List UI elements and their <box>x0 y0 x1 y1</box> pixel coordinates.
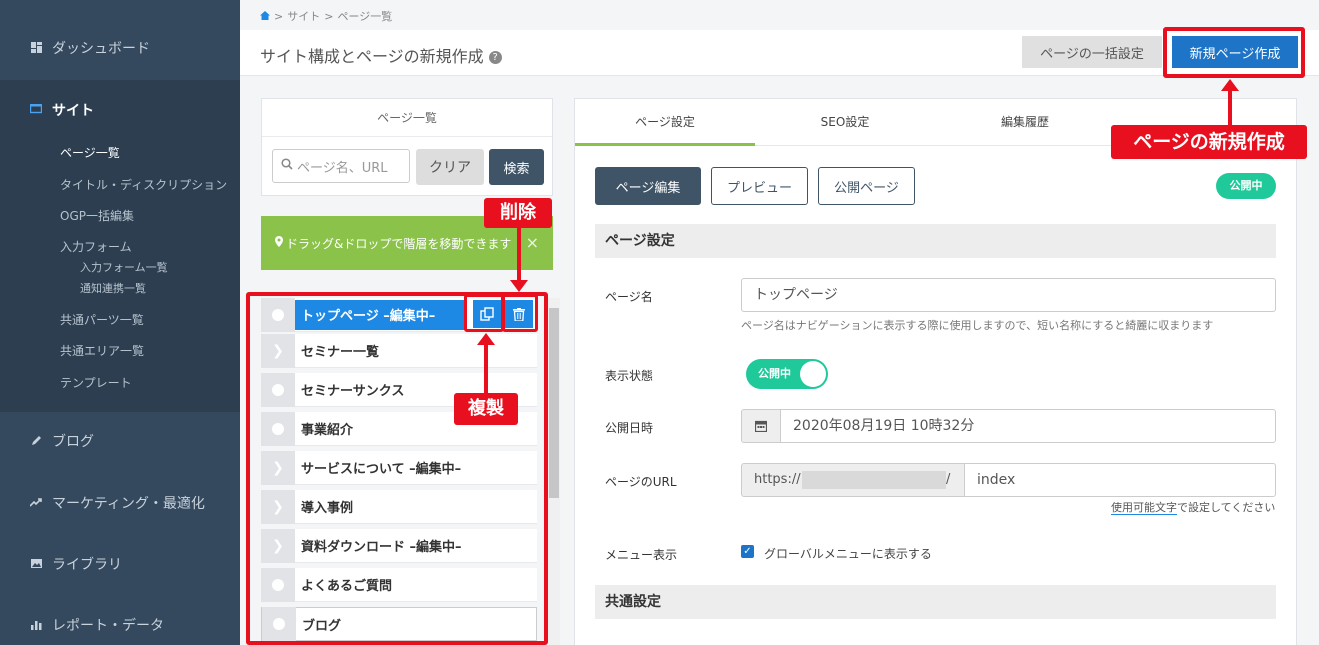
annotation-box-new-page <box>1163 27 1305 78</box>
publish-date-label: 公開日時 <box>605 421 654 435</box>
page-edit-button[interactable]: ページ編集 <box>595 167 701 205</box>
url-prefix: https:// / <box>741 463 965 497</box>
sidebar-item-dashboard[interactable]: ダッシュボード <box>0 32 240 64</box>
section-page-settings: ページ設定 <box>595 224 1276 258</box>
publish-date-input[interactable]: 2020年08月19日 10時32分 <box>780 409 1276 443</box>
url-help: 使用可能文字で設定してください <box>1111 499 1275 515</box>
page-header: サイト構成とページの新規作成? ページの一括設定 新規ページ作成 <box>240 30 1319 76</box>
sidebar-item-marketing[interactable]: マーケティング・最適化 <box>0 487 240 519</box>
sidebar-item-label: ブログ <box>52 434 94 450</box>
dashboard-icon <box>30 42 42 54</box>
breadcrumb-site[interactable]: サイト <box>287 8 320 24</box>
map-pin-icon <box>275 236 283 250</box>
sidebar-item-report[interactable]: レポート・データ <box>0 609 240 641</box>
page-title-text: サイト構成とページの新規作成 <box>260 47 484 66</box>
status-badge: 公開中 <box>1216 173 1276 199</box>
home-icon[interactable] <box>260 10 270 23</box>
sidebar-sub-title-description[interactable]: タイトル・ディスクリプション <box>60 176 227 193</box>
sidebar-item-library[interactable]: ライブラリ <box>0 548 240 580</box>
annotation-label-delete: 削除 <box>484 198 552 228</box>
page-name-label: ページ名 <box>605 290 653 304</box>
monitor-icon <box>29 103 43 116</box>
toggle-text: 公開中 <box>758 367 791 380</box>
menu-display-label: メニュー表示 <box>605 548 678 562</box>
trend-icon <box>29 497 42 509</box>
annotation-box-duplicate <box>464 294 504 332</box>
sidebar-item-site[interactable]: サイト <box>0 94 240 126</box>
sidebar-sub-notify[interactable]: 通知連携一覧 <box>80 280 146 296</box>
url-slash: / <box>946 472 951 487</box>
close-icon[interactable]: × <box>526 233 539 252</box>
page-settings-panel: ページ設定 SEO設定 編集履歴 ページ編集 プレビュー 公開ページ 公開中 ペ… <box>574 98 1297 645</box>
tab-seo-settings[interactable]: SEO設定 <box>755 99 935 146</box>
clear-button[interactable]: クリア <box>416 149 484 185</box>
page-title: サイト構成とページの新規作成? <box>260 43 502 67</box>
bulk-settings-button[interactable]: ページの一括設定 <box>1022 36 1162 68</box>
sidebar-sub-page-list[interactable]: ページ一覧 <box>60 144 120 161</box>
global-menu-checkbox[interactable]: ✓ <box>741 545 754 558</box>
sidebar-item-label: ライブラリ <box>52 557 122 573</box>
allowed-chars-link[interactable]: 使用可能文字 <box>1111 501 1177 515</box>
sidebar-item-label: レポート・データ <box>52 618 164 634</box>
page-name-help: ページ名はナビゲーションに表示する際に使用しますので、短い名称にすると綺麗に収ま… <box>741 319 1214 332</box>
image-icon <box>30 558 42 570</box>
page-tree-scrollbar[interactable] <box>548 298 560 645</box>
sidebar-item-label: マーケティング・最適化 <box>52 496 205 512</box>
tab-edit-history[interactable]: 編集履歴 <box>935 99 1115 146</box>
annotation-arrow-line <box>1228 90 1232 128</box>
url-domain-mask <box>802 471 946 489</box>
annotation-label-duplicate: 複製 <box>454 393 518 425</box>
page-name-input[interactable]: トップページ <box>741 278 1276 312</box>
help-icon[interactable]: ? <box>488 51 502 64</box>
calendar-icon[interactable] <box>741 409 781 443</box>
breadcrumb-page-list: ページ一覧 <box>337 10 393 23</box>
drag-drop-text: ドラッグ&ドロップで階層を移動できます <box>286 236 512 251</box>
sidebar-sub-area[interactable]: 共通エリア一覧 <box>60 342 144 359</box>
display-state-label: 表示状態 <box>605 369 654 383</box>
page-url-label: ページのURL <box>605 475 677 489</box>
section-common-settings: 共通設定 <box>595 585 1276 619</box>
search-input[interactable]: ページ名、URL <box>272 149 410 183</box>
annotation-label-new-page: ページの新規作成 <box>1111 125 1307 159</box>
sidebar-item-blog[interactable]: ブログ <box>0 425 240 457</box>
url-prefix-text: https:// <box>754 472 801 487</box>
scrollbar-thumb[interactable] <box>549 308 559 498</box>
breadcrumb-separator: > <box>324 9 334 23</box>
global-menu-checkbox-label: グローバルメニューに表示する <box>764 547 932 561</box>
bar-chart-icon <box>30 619 42 631</box>
annotation-arrow-line <box>484 344 488 394</box>
toggle-knob <box>800 361 826 387</box>
url-help-text: で設定してください <box>1177 501 1276 514</box>
tab-page-settings[interactable]: ページ設定 <box>575 99 755 146</box>
annotation-arrow-down <box>510 280 528 292</box>
preview-button[interactable]: プレビュー <box>711 167 808 205</box>
sidebar-sub-ogp[interactable]: OGP一括編集 <box>60 207 134 224</box>
page-list-title: ページ一覧 <box>262 99 552 137</box>
breadcrumb: > サイト > ページ一覧 <box>260 8 392 24</box>
sidebar-sub-template[interactable]: テンプレート <box>60 374 132 391</box>
sidebar-sub-form-list[interactable]: 入力フォーム一覧 <box>80 259 168 275</box>
sidebar-sub-form[interactable]: 入力フォーム <box>60 238 132 255</box>
annotation-box-delete <box>502 294 538 332</box>
page-url-input[interactable]: index <box>964 463 1276 497</box>
public-page-button[interactable]: 公開ページ <box>818 167 915 205</box>
annotation-box-page-tree <box>246 292 548 645</box>
sidebar-item-label: ダッシュボード <box>52 41 150 57</box>
sidebar: ダッシュボード サイト ページ一覧 タイトル・ディスクリプション OGP一括編集… <box>0 0 240 645</box>
sidebar-item-label: サイト <box>52 103 94 119</box>
search-button[interactable]: 検索 <box>489 149 544 185</box>
display-state-toggle[interactable]: 公開中 <box>746 359 828 389</box>
search-icon <box>281 158 293 174</box>
annotation-arrow-line <box>517 228 521 282</box>
page-list-panel: ページ一覧 ページ名、URL クリア 検索 <box>261 98 553 196</box>
search-placeholder: ページ名、URL <box>297 160 388 176</box>
pencil-icon <box>30 435 42 447</box>
sidebar-sub-parts[interactable]: 共通パーツ一覧 <box>60 311 144 328</box>
breadcrumb-separator: > <box>274 9 284 23</box>
